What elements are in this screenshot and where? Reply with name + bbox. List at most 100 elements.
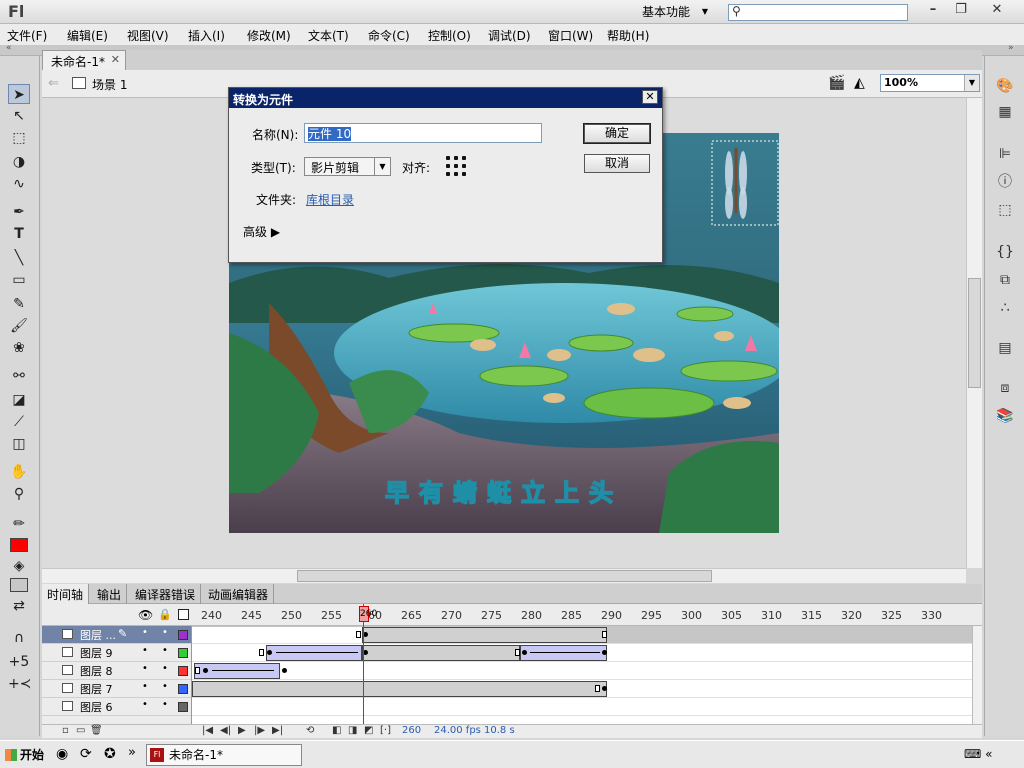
layer-row[interactable]: 图层 6 • • bbox=[42, 698, 191, 716]
back-arrow-icon[interactable]: ⇐ bbox=[48, 76, 59, 91]
frame-span[interactable] bbox=[192, 627, 362, 643]
collapse-icon[interactable]: « bbox=[6, 43, 12, 53]
menu-modify[interactable]: 修改(M) bbox=[247, 27, 291, 44]
scene-breadcrumb[interactable]: 场景 1 bbox=[92, 76, 127, 93]
layer-outline-color[interactable] bbox=[178, 684, 188, 694]
minimize-button[interactable]: – bbox=[920, 1, 946, 21]
fill-color-swatch[interactable] bbox=[10, 578, 28, 592]
code-snippets-icon[interactable]: {} bbox=[995, 242, 1015, 262]
menu-file[interactable]: 文件(F) bbox=[7, 27, 47, 44]
frame-grid[interactable] bbox=[192, 626, 972, 724]
expand-icon[interactable]: » bbox=[1008, 43, 1014, 53]
paint-bucket-tool-icon[interactable]: ◪ bbox=[8, 390, 30, 410]
color-panel-icon[interactable]: 🎨 bbox=[995, 76, 1015, 96]
project-panel-icon[interactable]: ⧈ bbox=[995, 378, 1015, 398]
visibility-dot[interactable]: • bbox=[142, 663, 148, 674]
advanced-toggle[interactable]: 高级 ▶ bbox=[243, 223, 280, 240]
eraser-tool-icon[interactable]: ◫ bbox=[8, 434, 30, 454]
tab-compiler-errors[interactable]: 编译器错误 bbox=[130, 584, 202, 604]
stage-vertical-scrollbar[interactable] bbox=[966, 98, 982, 568]
frame-row[interactable] bbox=[192, 644, 972, 662]
symbol-type-select[interactable]: 影片剪辑 ▼ bbox=[304, 157, 391, 176]
restore-button[interactable]: ❐ bbox=[948, 1, 974, 21]
lasso-tool-icon[interactable]: ∿ bbox=[8, 174, 30, 194]
empty-keyframe[interactable] bbox=[595, 685, 600, 692]
layer-row[interactable]: 图层 9 • • bbox=[42, 644, 191, 662]
timeline-scrollbar[interactable] bbox=[972, 626, 982, 724]
keyframe[interactable] bbox=[602, 686, 607, 691]
document-tab[interactable]: 未命名-1* ✕ bbox=[42, 50, 126, 70]
pen-tool-icon[interactable]: ✒ bbox=[8, 202, 30, 222]
stage-horizontal-scrollbar[interactable] bbox=[42, 568, 966, 583]
onion-markers-icon[interactable]: [·] bbox=[380, 725, 391, 736]
transform-panel-icon[interactable]: ⬚ bbox=[995, 200, 1015, 220]
layer-outline-color[interactable] bbox=[178, 702, 188, 712]
new-layer-icon[interactable]: ▫ bbox=[62, 725, 69, 736]
align-panel-icon[interactable]: ⊫ bbox=[995, 144, 1015, 164]
first-frame-icon[interactable]: |◀ bbox=[202, 725, 213, 736]
layer-row[interactable]: 图层 7 • • bbox=[42, 680, 191, 698]
lock-icon[interactable]: 🔒 bbox=[158, 608, 172, 621]
layer-outline-color[interactable] bbox=[178, 666, 188, 676]
text-tool-icon[interactable]: T bbox=[8, 224, 30, 244]
layer-row[interactable]: 图层 8 • • bbox=[42, 662, 191, 680]
start-button[interactable]: 开始 bbox=[2, 744, 50, 766]
prev-frame-icon[interactable]: ◀| bbox=[220, 725, 231, 736]
smooth-icon[interactable]: +5 bbox=[8, 652, 30, 672]
close-icon[interactable]: ✕ bbox=[111, 53, 120, 66]
playhead[interactable]: 260 bbox=[359, 606, 377, 622]
folder-link[interactable]: 库根目录 bbox=[306, 191, 354, 208]
outline-icon[interactable] bbox=[178, 609, 189, 620]
layer-outline-color[interactable] bbox=[178, 630, 188, 640]
frame-row[interactable] bbox=[192, 680, 972, 698]
menu-help[interactable]: 帮助(H) bbox=[607, 27, 649, 44]
eye-icon[interactable]: 👁 bbox=[138, 608, 153, 622]
ok-button[interactable]: 确定 bbox=[583, 123, 651, 144]
frame-row[interactable] bbox=[192, 626, 972, 644]
frame-ruler[interactable]: 240 245 250 255 260 265 270 275 280 285 … bbox=[193, 604, 965, 626]
line-tool-icon[interactable]: ╲ bbox=[8, 248, 30, 268]
frame-row[interactable] bbox=[192, 698, 972, 716]
visibility-dot[interactable]: • bbox=[142, 699, 148, 710]
refresh-icon[interactable]: ⟳ bbox=[80, 746, 92, 762]
workspace-switcher[interactable]: 基本功能 ▼ bbox=[636, 3, 714, 21]
next-frame-icon[interactable]: |▶ bbox=[254, 725, 265, 736]
motion-presets-icon[interactable]: ∴ bbox=[995, 298, 1015, 318]
browser-icon[interactable]: ◉ bbox=[56, 746, 68, 762]
tray-icons[interactable]: ⌨ « bbox=[964, 747, 992, 761]
play-icon[interactable]: ▶ bbox=[238, 725, 246, 736]
zoom-select[interactable]: 100% ▼ bbox=[880, 74, 980, 92]
pencil-tool-icon[interactable]: ✎ bbox=[8, 294, 30, 314]
registration-grid[interactable] bbox=[445, 155, 467, 177]
bone-tool-icon[interactable]: ⚯ bbox=[8, 366, 30, 386]
loop-icon[interactable]: ⟲ bbox=[306, 725, 314, 736]
visibility-dot[interactable]: • bbox=[142, 681, 148, 692]
edit-symbols-icon[interactable]: ◭ bbox=[854, 75, 865, 91]
free-transform-tool-icon[interactable]: ⬚ bbox=[8, 128, 30, 148]
cancel-button[interactable]: 取消 bbox=[584, 154, 650, 173]
menu-view[interactable]: 视图(V) bbox=[127, 27, 169, 44]
3d-rotation-tool-icon[interactable]: ◑ bbox=[8, 152, 30, 172]
visibility-dot[interactable]: • bbox=[142, 627, 148, 638]
menu-edit[interactable]: 编辑(E) bbox=[67, 27, 108, 44]
tab-motion-editor[interactable]: 动画编辑器 bbox=[203, 584, 275, 604]
frame-span[interactable] bbox=[192, 681, 607, 697]
keyframe[interactable] bbox=[522, 650, 527, 655]
empty-keyframe[interactable] bbox=[356, 631, 361, 638]
selection-tool-icon[interactable]: ➤ bbox=[8, 84, 30, 104]
edit-multiple-icon[interactable]: ◩ bbox=[364, 725, 373, 736]
hand-tool-icon[interactable]: ✋ bbox=[8, 462, 30, 482]
stroke-color-swatch[interactable] bbox=[10, 538, 28, 552]
delete-layer-icon[interactable]: 🗑 bbox=[90, 725, 103, 736]
frame-rate[interactable]: 24.00 fps bbox=[434, 725, 481, 736]
frame-span[interactable] bbox=[362, 627, 607, 643]
quick-launch-more-icon[interactable]: » bbox=[128, 745, 136, 760]
menu-control[interactable]: 控制(O) bbox=[428, 27, 471, 44]
last-frame-icon[interactable]: ▶| bbox=[272, 725, 283, 736]
swatches-panel-icon[interactable]: ▦ bbox=[995, 102, 1015, 122]
lock-dot[interactable]: • bbox=[162, 699, 168, 710]
keyframe[interactable] bbox=[203, 668, 208, 673]
snap-to-objects-icon[interactable]: ∩ bbox=[8, 628, 30, 648]
media-icon[interactable]: ✪ bbox=[104, 746, 116, 762]
edit-scene-icon[interactable]: 🎬 bbox=[828, 75, 845, 91]
